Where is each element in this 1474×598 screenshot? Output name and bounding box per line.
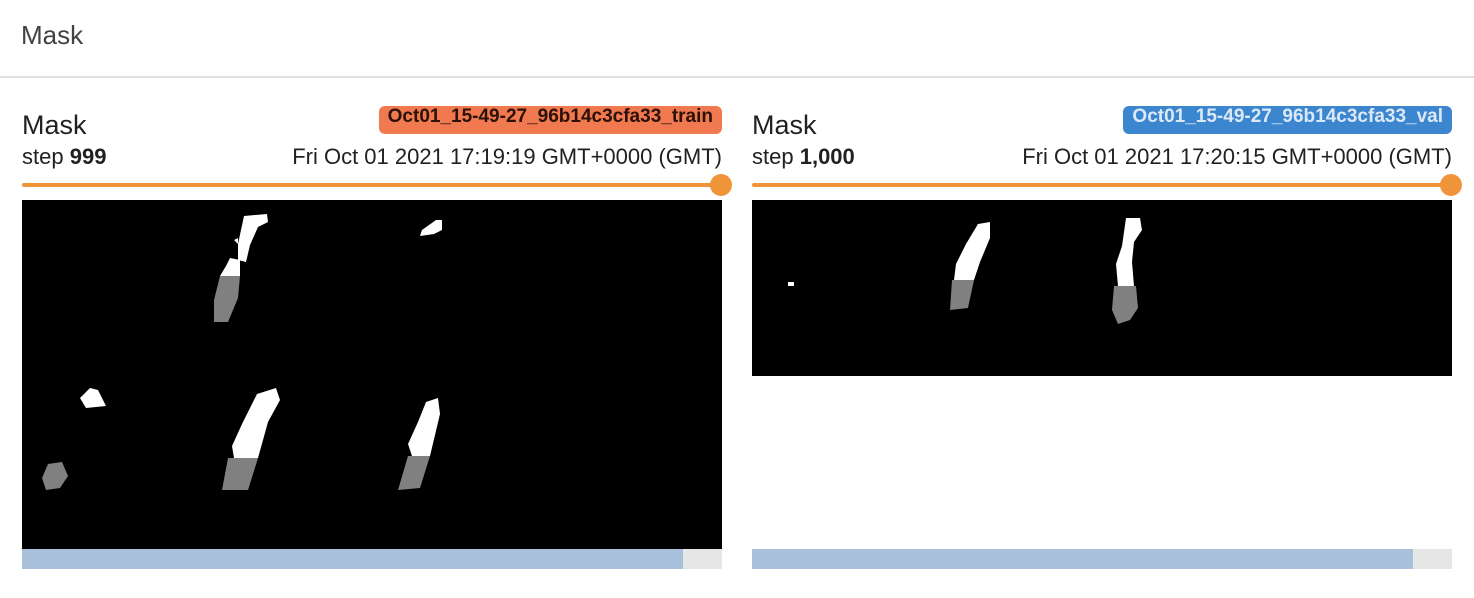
image-card-train: Mask Oct01_15-49-27_96b14c3cfa33_train s… — [22, 100, 732, 580]
step-slider-thumb[interactable] — [1440, 174, 1462, 196]
timestamp: Fri Oct 01 2021 17:19:19 GMT+0000 (GMT) — [292, 144, 722, 169]
horizontal-scrollbar[interactable] — [752, 549, 1452, 569]
mask-image-svg — [752, 200, 1452, 376]
mask-image — [22, 200, 722, 550]
card-title: Mask — [22, 110, 87, 140]
section-header: Mask — [0, 0, 1474, 78]
run-badge: Oct01_15-49-27_96b14c3cfa33_train — [378, 106, 722, 134]
mask-image — [752, 200, 1452, 376]
step-slider-thumb[interactable] — [710, 174, 732, 196]
step-label: step 1,000 — [752, 144, 855, 170]
step-value: 999 — [69, 144, 107, 169]
step-slider-track[interactable] — [22, 183, 716, 187]
step-text: step — [752, 144, 794, 169]
horizontal-scrollbar[interactable] — [22, 549, 722, 569]
step-value: 1,000 — [799, 144, 855, 169]
step-label: step 999 — [22, 144, 106, 170]
mask-image-svg — [22, 200, 722, 550]
scrollbar-thumb[interactable] — [752, 549, 1413, 569]
scrollbar-thumb[interactable] — [22, 549, 683, 569]
section-title: Mask — [21, 20, 84, 50]
card-title: Mask — [752, 110, 817, 140]
step-text: step — [22, 144, 64, 169]
run-badge: Oct01_15-49-27_96b14c3cfa33_val — [1123, 106, 1452, 134]
image-card-val: Mask Oct01_15-49-27_96b14c3cfa33_val ste… — [752, 100, 1462, 580]
step-slider-track[interactable] — [752, 183, 1446, 187]
timestamp: Fri Oct 01 2021 17:20:15 GMT+0000 (GMT) — [1022, 144, 1452, 169]
